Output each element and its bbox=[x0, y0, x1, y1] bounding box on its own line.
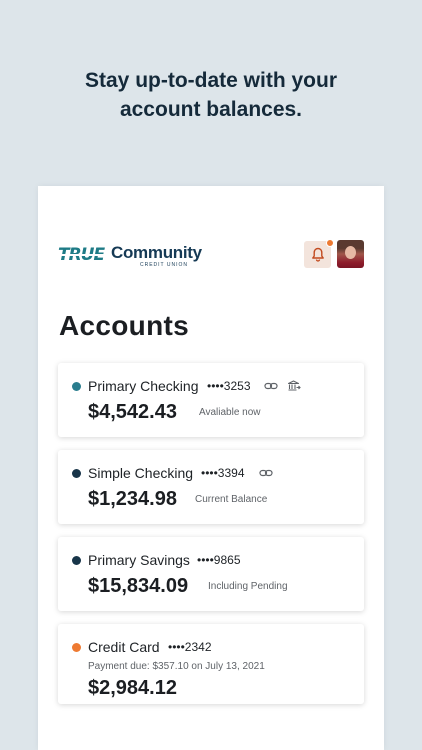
account-color-dot bbox=[72, 469, 81, 478]
link-icon bbox=[259, 469, 273, 477]
account-color-dot bbox=[72, 556, 81, 565]
account-number-masked: ••••3394 bbox=[201, 466, 245, 480]
account-card-credit-card[interactable]: Credit Card ••••2342 Payment due: $357.1… bbox=[58, 624, 364, 704]
app-screen: TRUE Community CREDIT UNION Accounts Pri… bbox=[38, 186, 384, 750]
payment-due-text: Payment due: $357.10 on July 13, 2021 bbox=[88, 661, 265, 672]
bell-icon bbox=[311, 247, 324, 262]
app-header: TRUE Community CREDIT UNION bbox=[58, 239, 364, 272]
account-color-dot bbox=[72, 382, 81, 391]
account-card-primary-savings[interactable]: Primary Savings ••••9865 $15,834.09 Incl… bbox=[58, 537, 364, 611]
account-balance: $1,234.98 bbox=[88, 488, 177, 510]
account-name: Credit Card bbox=[88, 639, 160, 655]
logo-stripe bbox=[60, 254, 108, 256]
account-name: Primary Checking bbox=[88, 378, 199, 394]
account-number-masked: ••••9865 bbox=[197, 553, 241, 567]
logo-community-wordmark: Community bbox=[111, 243, 202, 262]
account-color-dot bbox=[72, 643, 81, 652]
headline-line-2: account balances. bbox=[119, 98, 303, 121]
account-balance: $15,834.09 bbox=[88, 575, 189, 597]
balance-note: Avaliable now bbox=[199, 407, 261, 418]
account-name: Primary Savings bbox=[88, 552, 190, 568]
bank-transfer-icon bbox=[287, 380, 301, 391]
account-balance: $4,542.43 bbox=[88, 401, 177, 423]
marketing-headline: Stay up-to-date with your account balanc… bbox=[0, 66, 422, 124]
account-number-masked: ••••3253 bbox=[207, 379, 251, 393]
notification-badge bbox=[326, 239, 334, 247]
headline-line-1: Stay up-to-date with your bbox=[85, 69, 337, 92]
account-name: Simple Checking bbox=[88, 465, 194, 481]
avatar-face bbox=[345, 246, 356, 259]
balance-note: Including Pending bbox=[208, 581, 288, 592]
logo-credit-union-text: CREDIT UNION bbox=[140, 262, 189, 268]
account-number-masked: ••••2342 bbox=[168, 640, 212, 654]
true-community-logo[interactable]: TRUE Community CREDIT UNION bbox=[58, 242, 218, 268]
account-card-simple-checking[interactable]: Simple Checking ••••3394 $1,234.98 Curre… bbox=[58, 450, 364, 524]
account-balance: $2,984.12 bbox=[88, 677, 177, 699]
notifications-button[interactable] bbox=[304, 239, 334, 268]
link-icon bbox=[264, 382, 278, 390]
page-title: Accounts bbox=[59, 310, 189, 341]
user-avatar[interactable] bbox=[337, 240, 364, 268]
balance-note: Current Balance bbox=[195, 494, 268, 505]
account-card-primary-checking[interactable]: Primary Checking ••••3253 $4,542.43 Aval… bbox=[58, 363, 364, 437]
